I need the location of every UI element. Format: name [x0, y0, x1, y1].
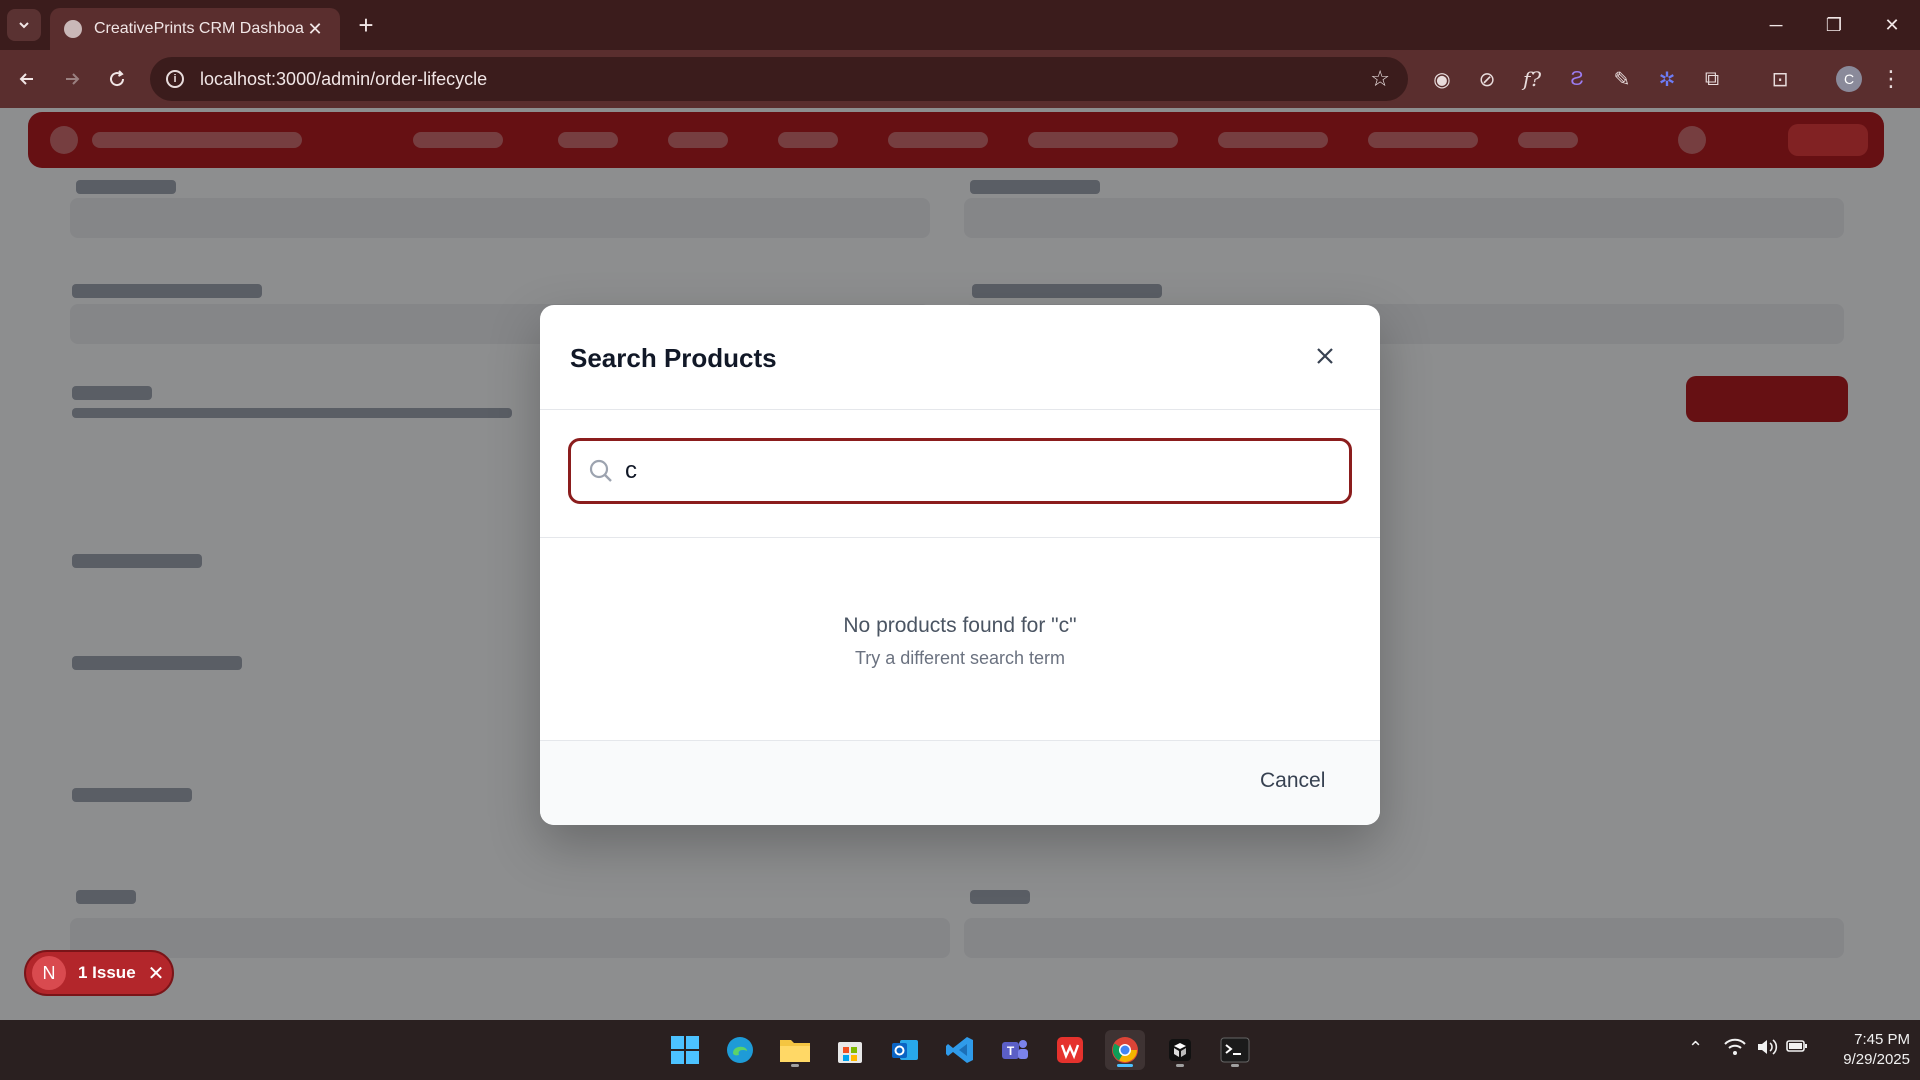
system-clock[interactable]: 7:45 PM 9/29/2025 [1820, 1030, 1910, 1070]
browser-tab-active[interactable]: CreativePrints CRM Dashboard ✕ [50, 8, 340, 50]
vscode-icon[interactable] [940, 1030, 980, 1070]
teams-icon[interactable]: T [995, 1030, 1035, 1070]
windows-start-icon[interactable] [665, 1030, 705, 1070]
modal-title: Search Products [570, 343, 777, 373]
more-menu-icon[interactable]: ⋮ [1875, 63, 1907, 95]
close-icon[interactable]: ✕ [148, 961, 165, 986]
arrow-left-icon [19, 73, 33, 85]
outlook-icon[interactable] [885, 1030, 925, 1070]
chevron-down-icon [19, 22, 29, 29]
tab-search-button[interactable] [7, 9, 41, 41]
modal-footer: Cancel [540, 740, 1380, 825]
microsoft-store-icon[interactable] [830, 1030, 870, 1070]
formula-extension-icon[interactable]: f? [1516, 63, 1548, 95]
product-search-input[interactable] [625, 457, 1349, 485]
terminal-icon[interactable] [1215, 1030, 1255, 1070]
new-tab-button[interactable]: + [352, 12, 380, 40]
close-tab-icon[interactable]: ✕ [304, 19, 326, 40]
volume-icon[interactable] [1756, 1038, 1778, 1061]
arrow-right-icon [66, 73, 80, 85]
eyedropper-extension-icon[interactable]: ✎ [1606, 63, 1638, 95]
no-results-hint: Try a different search term [854, 648, 1066, 668]
svg-text:T: T [1007, 1044, 1015, 1058]
profile-avatar[interactable]: C [1836, 66, 1862, 92]
modal-close-button[interactable] [1310, 341, 1340, 371]
cancel-button[interactable]: Cancel [1260, 769, 1325, 793]
no-results-message: No products found for "c" [843, 614, 1077, 637]
minimize-button[interactable]: ─ [1748, 8, 1804, 42]
compass-extension-icon[interactable]: ⊘ [1471, 63, 1503, 95]
modal-header: Search Products [540, 305, 1380, 410]
url-text: localhost:3000/admin/order-lifecycle [200, 68, 488, 89]
search-results: No products found for "c" Try a differen… [540, 538, 1380, 740]
browser-tab-bar: CreativePrints CRM Dashboard ✕ + ─ ❐ ✕ [0, 0, 1920, 50]
search-section [540, 410, 1380, 538]
address-bar[interactable]: i localhost:3000/admin/order-lifecycle ☆ [150, 57, 1408, 101]
gear-extension-icon[interactable]: ✲ [1651, 63, 1683, 95]
restore-button[interactable]: ❐ [1806, 8, 1862, 42]
reload-button[interactable] [100, 62, 134, 96]
puzzle-extensions-icon[interactable]: ⧉ [1696, 63, 1728, 95]
s-extension-icon[interactable]: Ƨ [1561, 63, 1593, 95]
file-explorer-icon[interactable] [775, 1030, 815, 1070]
chevron-up-icon[interactable]: ⌃ [1688, 1038, 1703, 1059]
camera-extension-icon[interactable]: ◉ [1426, 63, 1458, 95]
wps-office-icon[interactable] [1050, 1030, 1090, 1070]
close-icon [1317, 348, 1333, 364]
search-products-modal: Search Products No products found for "c… [540, 305, 1380, 825]
battery-icon[interactable] [1786, 1038, 1808, 1059]
site-info-icon[interactable]: i [166, 70, 184, 88]
issues-badge[interactable]: N 1 Issue ✕ [24, 950, 174, 996]
edge-browser-icon[interactable] [720, 1030, 760, 1070]
search-field[interactable] [568, 438, 1352, 504]
back-button[interactable] [10, 62, 44, 96]
screenshot-icon[interactable]: ⊡ [1764, 63, 1796, 95]
globe-icon [64, 20, 82, 38]
issues-count-label: 1 Issue [78, 963, 136, 982]
clock-time: 7:45 PM [1854, 1031, 1910, 1048]
browser-toolbar: i localhost:3000/admin/order-lifecycle ☆… [0, 50, 1920, 108]
close-window-button[interactable]: ✕ [1864, 8, 1920, 42]
nextjs-logo-icon: N [32, 956, 66, 990]
bookmark-star-icon[interactable]: ☆ [1370, 66, 1390, 92]
tab-title: CreativePrints CRM Dashboard [94, 20, 304, 37]
reload-icon [110, 70, 125, 87]
app-cube-icon[interactable] [1160, 1030, 1200, 1070]
wifi-icon[interactable] [1724, 1038, 1746, 1061]
search-icon [589, 459, 612, 482]
forward-button[interactable] [55, 62, 89, 96]
chrome-icon[interactable] [1105, 1030, 1145, 1070]
clock-date: 9/29/2025 [1843, 1051, 1910, 1068]
windows-taskbar: T ⌃ 7:45 PM 9/29/2025 [0, 1020, 1920, 1080]
